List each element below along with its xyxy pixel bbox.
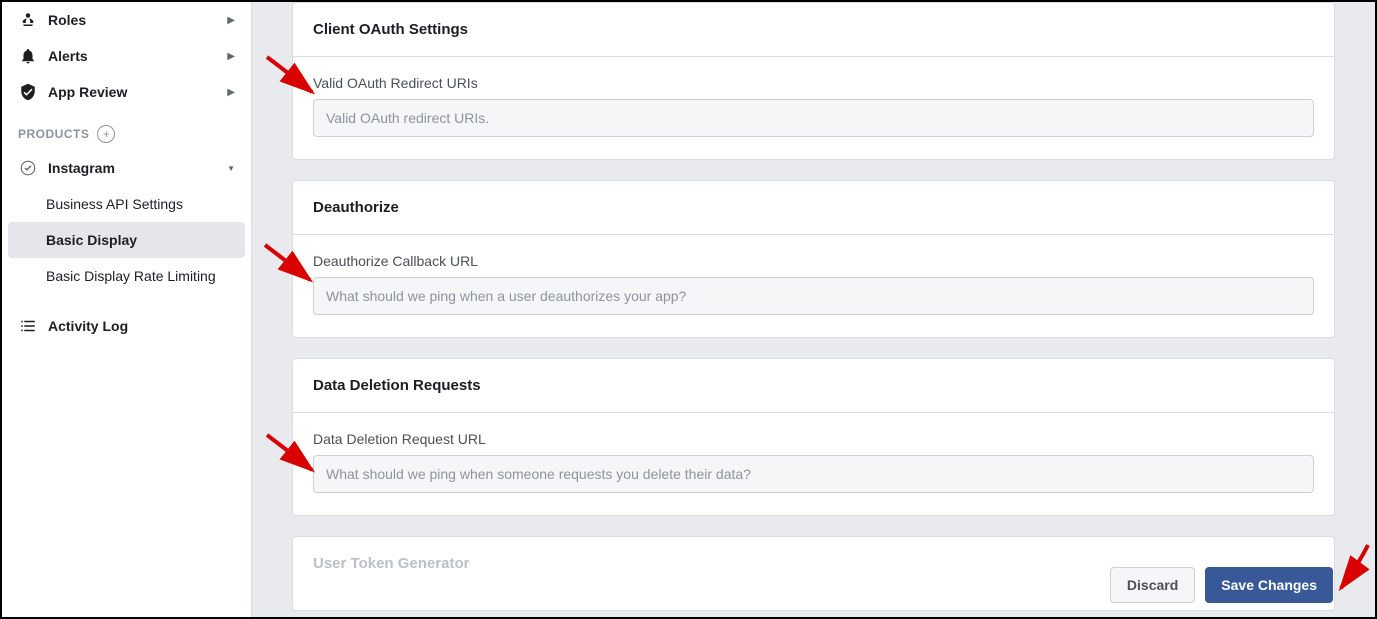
card-data-deletion: Data Deletion Requests Data Deletion Req…: [292, 358, 1335, 516]
bell-icon: [18, 46, 38, 66]
card-oauth-settings: Client OAuth Settings Valid OAuth Redire…: [292, 2, 1335, 160]
sidebar-products-header: PRODUCTS +: [2, 110, 251, 150]
sidebar-label-rate-limiting: Basic Display Rate Limiting: [46, 268, 235, 284]
save-changes-button[interactable]: Save Changes: [1205, 567, 1333, 603]
sidebar-item-rate-limiting[interactable]: Basic Display Rate Limiting: [2, 258, 251, 294]
roles-icon: [18, 10, 38, 30]
sidebar-item-activity-log[interactable]: Activity Log: [2, 308, 251, 344]
card-deauthorize: Deauthorize Deauthorize Callback URL: [292, 180, 1335, 338]
discard-button[interactable]: Discard: [1110, 567, 1195, 603]
sidebar-item-alerts[interactable]: Alerts ▶: [2, 38, 251, 74]
sidebar-item-roles[interactable]: Roles ▶: [2, 2, 251, 38]
deauth-callback-input[interactable]: [313, 277, 1314, 315]
chevron-right-icon: ▶: [227, 15, 235, 26]
deletion-url-input[interactable]: [313, 455, 1314, 493]
sidebar-label-roles: Roles: [48, 12, 227, 28]
card-header-oauth: Client OAuth Settings: [293, 3, 1334, 57]
list-icon: [18, 316, 38, 336]
shield-check-icon: [18, 82, 38, 102]
sidebar-item-basic-display[interactable]: Basic Display: [8, 222, 245, 258]
sidebar-label-app-review: App Review: [48, 84, 227, 100]
card-header-deletion: Data Deletion Requests: [293, 359, 1334, 413]
check-circle-icon: [18, 158, 38, 178]
sidebar-item-instagram[interactable]: Instagram ▼: [2, 150, 251, 186]
products-label: PRODUCTS: [18, 127, 89, 141]
add-product-icon[interactable]: +: [97, 125, 115, 143]
chevron-right-icon: ▶: [227, 87, 235, 98]
sidebar-label-basic-display: Basic Display: [46, 232, 229, 248]
field-label-oauth-redirect: Valid OAuth Redirect URIs: [313, 75, 1314, 91]
sidebar-label-alerts: Alerts: [48, 48, 227, 64]
sidebar-label-activity-log: Activity Log: [48, 318, 235, 334]
field-label-deauth-callback: Deauthorize Callback URL: [313, 253, 1314, 269]
caret-down-icon: ▼: [227, 164, 235, 173]
footer-bar: Discard Save Changes: [254, 555, 1373, 615]
field-label-deletion-url: Data Deletion Request URL: [313, 431, 1314, 447]
oauth-redirect-input[interactable]: [313, 99, 1314, 137]
sidebar-item-business-api[interactable]: Business API Settings: [2, 186, 251, 222]
card-header-deauth: Deauthorize: [293, 181, 1334, 235]
sidebar-label-business-api: Business API Settings: [46, 196, 235, 212]
chevron-right-icon: ▶: [227, 51, 235, 62]
sidebar-label-instagram: Instagram: [48, 160, 227, 176]
main-content: Client OAuth Settings Valid OAuth Redire…: [252, 2, 1375, 617]
sidebar: Roles ▶ Alerts ▶ App Review ▶ PRODUCTS +: [2, 2, 252, 617]
sidebar-item-app-review[interactable]: App Review ▶: [2, 74, 251, 110]
